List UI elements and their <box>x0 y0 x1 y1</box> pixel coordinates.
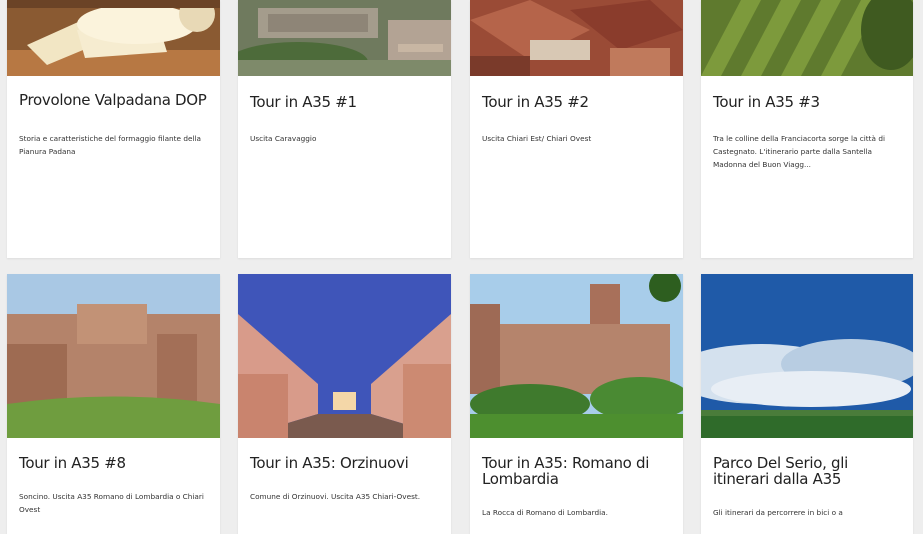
card-image-aerial-town[interactable] <box>238 0 451 76</box>
card-title[interactable]: Tour in A35 #3 <box>701 94 913 110</box>
card-image-vineyard[interactable] <box>701 0 913 76</box>
card-orzinuovi[interactable]: Tour in A35: Orzinuovi Comune di Orzinuo… <box>238 274 451 534</box>
card-grid: Provolone Valpadana DOP Storia e caratte… <box>0 0 923 534</box>
card-title[interactable]: Parco Del Serio, gli itinerari dalla A35 <box>701 455 913 487</box>
card-title[interactable]: Tour in A35 #1 <box>238 94 451 110</box>
card-title[interactable]: Tour in A35: Orzinuovi <box>238 455 451 471</box>
card-romano[interactable]: Tour in A35: Romano di Lombardia La Rocc… <box>470 274 683 534</box>
card-image-castle-walls[interactable] <box>7 274 220 438</box>
card-image-sky-field[interactable] <box>701 274 913 438</box>
card-description: La Rocca di Romano di Lombardia. <box>482 508 608 517</box>
card-title[interactable]: Tour in A35 #8 <box>7 455 220 471</box>
card-title[interactable]: Provolone Valpadana DOP <box>7 92 220 108</box>
card-image-cheese[interactable] <box>7 0 220 76</box>
card-description: Gli itinerari da percorrere in bici o a <box>713 508 843 517</box>
card-tour-8[interactable]: Tour in A35 #8 Soncino. Uscita A35 Roman… <box>7 274 220 534</box>
card-description: Uscita Caravaggio <box>250 134 317 143</box>
card-tour-2[interactable]: Tour in A35 #2 Uscita Chiari Est/ Chiari… <box>470 0 683 258</box>
card-parco-serio[interactable]: Parco Del Serio, gli itinerari dalla A35… <box>701 274 913 534</box>
card-image-fortress[interactable] <box>470 274 683 438</box>
card-provolone[interactable]: Provolone Valpadana DOP Storia e caratte… <box>7 0 220 258</box>
card-description: Soncino. Uscita A35 Romano di Lombardia … <box>19 492 204 514</box>
card-title[interactable]: Tour in A35 #2 <box>470 94 683 110</box>
card-description: Comune di Orzinuovi. Uscita A35 Chiari-O… <box>250 492 421 501</box>
card-tour-1[interactable]: Tour in A35 #1 Uscita Caravaggio <box>238 0 451 258</box>
card-image-night-street[interactable] <box>238 274 451 438</box>
card-description: Uscita Chiari Est/ Chiari Ovest <box>482 134 592 143</box>
card-title[interactable]: Tour in A35: Romano di Lombardia <box>470 455 683 487</box>
card-tour-3[interactable]: Tour in A35 #3 Tra le colline della Fran… <box>701 0 913 258</box>
card-image-rooftops[interactable] <box>470 0 683 76</box>
card-description: Tra le colline della Franciacorta sorge … <box>713 134 885 169</box>
card-description: Storia e caratteristiche del formaggio f… <box>19 134 201 156</box>
